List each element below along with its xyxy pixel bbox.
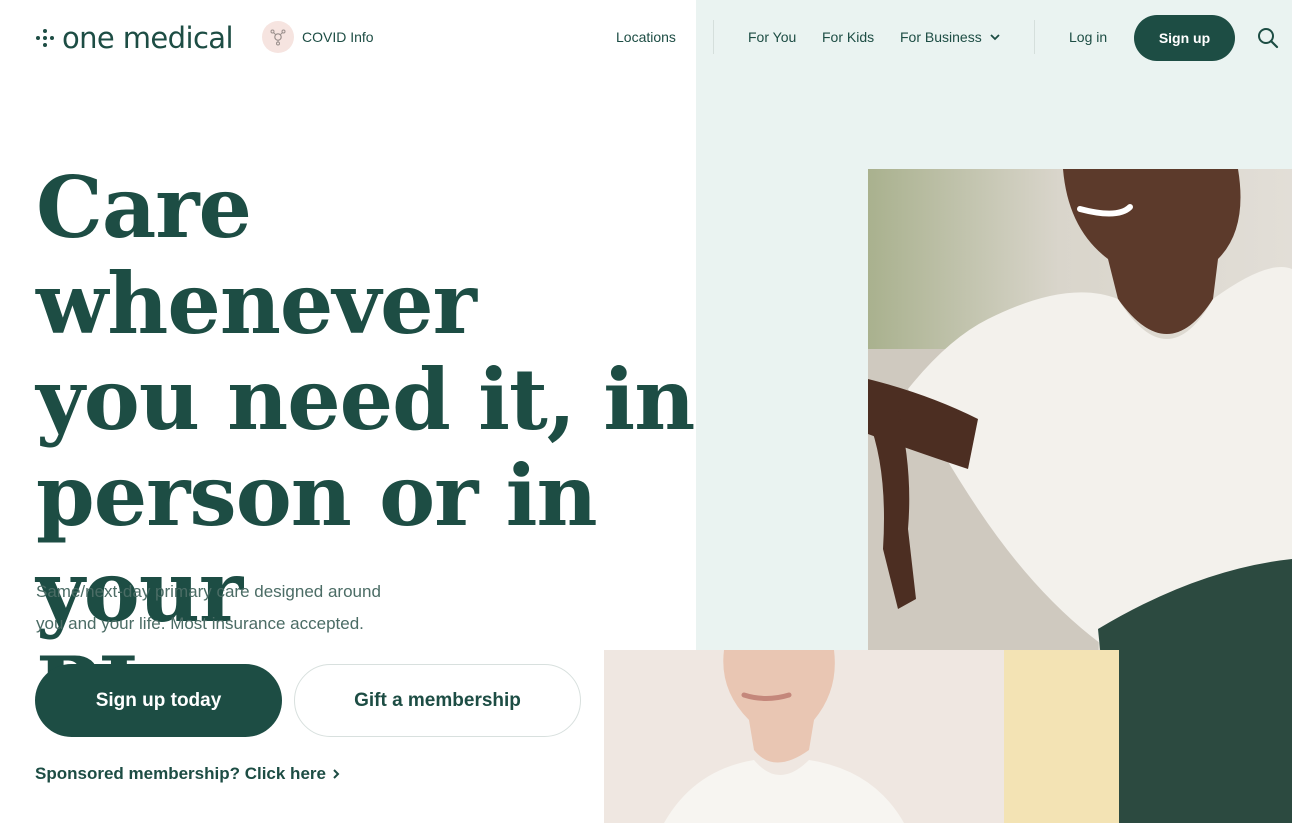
nav-locations[interactable]: Locations xyxy=(616,29,676,45)
sign-up-today-button[interactable]: Sign up today xyxy=(35,664,282,737)
gift-membership-button[interactable]: Gift a membership xyxy=(294,664,581,737)
search-icon[interactable] xyxy=(1257,27,1279,49)
hero-subtext-line: you and your life. Most insurance accept… xyxy=(36,614,364,633)
virus-icon xyxy=(262,21,294,53)
hero-photo-woman-portrait xyxy=(604,650,1119,823)
hero-headline-line: Care whenever xyxy=(36,158,477,353)
logo-text: one medical xyxy=(62,20,234,55)
header-sign-up-button[interactable]: Sign up xyxy=(1134,15,1235,61)
covid-info-link[interactable]: COVID Info xyxy=(262,21,374,53)
nav-for-business-label: For Business xyxy=(900,29,982,45)
sponsored-membership-label: Sponsored membership? Click here xyxy=(35,764,326,783)
logo-mark-icon xyxy=(36,29,54,47)
nav-for-business[interactable]: For Business xyxy=(900,29,1000,45)
nav-for-you[interactable]: For You xyxy=(748,29,796,45)
covid-info-label: COVID Info xyxy=(302,29,374,45)
hero-subtext-line: Same/next-day primary care designed arou… xyxy=(36,582,381,601)
nav-log-in[interactable]: Log in xyxy=(1069,29,1107,45)
hero-headline-line: you need it, in xyxy=(36,350,695,449)
chevron-right-icon xyxy=(333,769,340,779)
nav-for-kids[interactable]: For Kids xyxy=(822,29,874,45)
nav-divider xyxy=(1034,20,1035,54)
hero-subtext: Same/next-day primary care designed arou… xyxy=(36,576,436,640)
nav-divider xyxy=(713,20,714,54)
chevron-down-icon xyxy=(990,34,1000,41)
sponsored-membership-link[interactable]: Sponsored membership? Click here xyxy=(35,764,340,784)
one-medical-logo[interactable]: one medical xyxy=(36,18,234,58)
